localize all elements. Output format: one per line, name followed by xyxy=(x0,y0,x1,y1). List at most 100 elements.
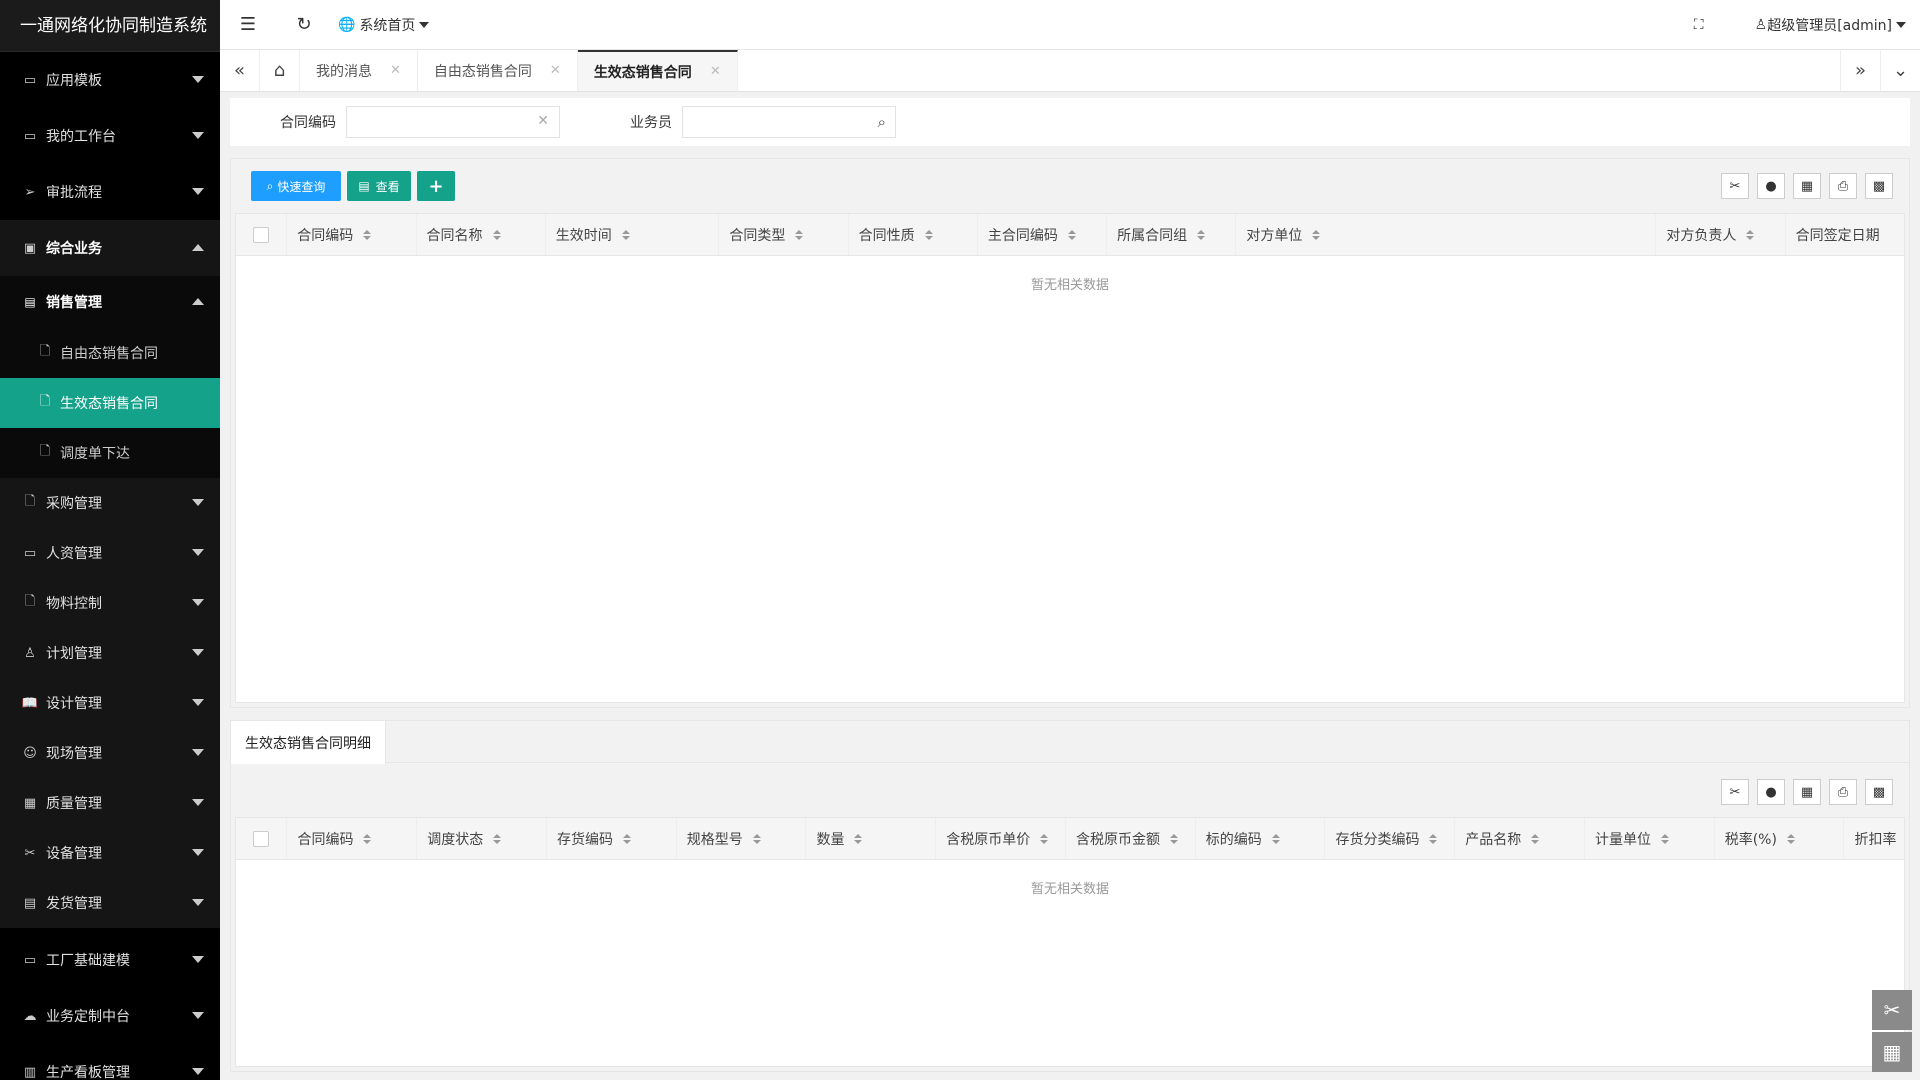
sidebar-item-purchase[interactable]: 🗋 采购管理 xyxy=(0,478,220,528)
column-header[interactable]: 规格型号 xyxy=(677,818,807,859)
layout-grid-icon[interactable]: ▩ xyxy=(1865,779,1893,805)
sort-icon[interactable] xyxy=(854,833,863,844)
sort-icon[interactable] xyxy=(1271,833,1280,844)
record-icon[interactable]: ● xyxy=(1757,173,1785,199)
tab-my-messages[interactable]: 我的消息 ✕ xyxy=(300,50,418,91)
sort-icon[interactable] xyxy=(795,229,804,240)
column-header[interactable]: 合同类型 xyxy=(719,214,849,255)
column-header[interactable]: 合同名称 xyxy=(417,214,546,255)
select-all-checkbox[interactable] xyxy=(236,214,288,255)
close-icon[interactable]: ✕ xyxy=(390,63,401,78)
contract-code-input[interactable]: ✕ xyxy=(346,106,560,138)
tools-icon[interactable]: ✂ xyxy=(1721,779,1749,805)
sidebar-item-factory[interactable]: ▭ 工厂基础建模 xyxy=(0,932,220,988)
sidebar-item-business[interactable]: ▣ 综合业务 xyxy=(0,220,220,276)
select-all-checkbox[interactable] xyxy=(236,818,288,859)
sidebar-item-hr[interactable]: ▭ 人资管理 xyxy=(0,528,220,578)
sort-icon[interactable] xyxy=(1040,833,1049,844)
quick-query-button[interactable]: ⌕ 快速查询 xyxy=(251,171,341,201)
sort-icon[interactable] xyxy=(363,229,372,240)
column-header[interactable]: 存货分类编码 xyxy=(1325,818,1456,859)
home-tab-icon[interactable]: ⌂ xyxy=(260,50,300,91)
sidebar-item-plan[interactable]: ♙ 计划管理 xyxy=(0,628,220,678)
home-menu-dropdown[interactable]: 🌐 系统首页 xyxy=(338,15,430,35)
sort-icon[interactable] xyxy=(622,833,631,844)
sidebar-item-approval[interactable]: ➢ 审批流程 xyxy=(0,164,220,220)
sidebar-item-equipment[interactable]: ✂ 设备管理 xyxy=(0,828,220,878)
add-button[interactable]: + xyxy=(417,171,455,201)
tab-contract-detail[interactable]: 生效态销售合同明细 xyxy=(231,721,386,764)
sort-icon[interactable] xyxy=(1660,833,1669,844)
sort-icon[interactable] xyxy=(1067,229,1076,240)
sidebar-item-dashboard[interactable]: ▥ 生产看板管理 xyxy=(0,1044,220,1080)
sort-icon[interactable] xyxy=(621,229,630,240)
tools-icon[interactable]: ✂ xyxy=(1872,990,1912,1030)
tabs-scroll-right-icon[interactable]: » xyxy=(1840,50,1880,91)
column-header[interactable]: 合同编码 xyxy=(287,818,418,859)
column-header[interactable]: 合同签定日期 xyxy=(1786,214,1904,255)
column-header[interactable]: 生效时间 xyxy=(546,214,720,255)
sort-icon[interactable] xyxy=(1746,229,1755,240)
sidebar-item-site[interactable]: ☺ 现场管理 xyxy=(0,728,220,778)
sort-icon[interactable] xyxy=(1197,229,1206,240)
column-header[interactable]: 对方单位 xyxy=(1236,214,1657,255)
column-header[interactable]: 标的编码 xyxy=(1196,818,1326,859)
sort-icon[interactable] xyxy=(752,833,761,844)
record-icon[interactable]: ● xyxy=(1757,779,1785,805)
user-menu[interactable]: ♙ 超级管理员[admin] xyxy=(1755,15,1906,35)
column-header[interactable]: 产品名称 xyxy=(1455,818,1585,859)
table-columns-icon[interactable]: ▦ xyxy=(1793,779,1821,805)
print-icon[interactable]: ⎙ xyxy=(1829,779,1857,805)
sort-icon[interactable] xyxy=(924,229,933,240)
sort-icon[interactable] xyxy=(1169,833,1178,844)
sidebar-item-effective-contract[interactable]: 🗋 生效态销售合同 xyxy=(0,378,220,428)
sidebar-item-quality[interactable]: ▦ 质量管理 xyxy=(0,778,220,828)
tab-effective-contract[interactable]: 生效态销售合同 ✕ xyxy=(577,50,738,91)
sidebar-item-material[interactable]: 🗋 物料控制 xyxy=(0,578,220,628)
sidebar-item-free-contract[interactable]: 🗋 自由态销售合同 xyxy=(0,328,220,378)
sidebar-item-custom[interactable]: ☁ 业务定制中台 xyxy=(0,988,220,1044)
clear-icon[interactable]: ✕ xyxy=(537,113,549,129)
fullscreen-icon[interactable]: ⛶ xyxy=(1679,17,1719,33)
column-header[interactable]: 合同编码 xyxy=(287,214,417,255)
column-header[interactable]: 含税原币单价 xyxy=(936,818,1066,859)
sort-icon[interactable] xyxy=(1531,833,1540,844)
view-button[interactable]: ▤ 查看 xyxy=(347,171,411,201)
sidebar-item-workbench[interactable]: ▭ 我的工作台 xyxy=(0,108,220,164)
menu-toggle-icon[interactable]: ☰ xyxy=(220,14,276,35)
column-header[interactable]: 对方负责人 xyxy=(1656,214,1786,255)
salesman-input[interactable]: ⌕ xyxy=(682,106,896,138)
sidebar-item-shipping[interactable]: ▤ 发货管理 xyxy=(0,878,220,928)
layout-grid-icon[interactable]: ▩ xyxy=(1865,173,1893,199)
sidebar-item-dispatch[interactable]: 🗋 调度单下达 xyxy=(0,428,220,478)
column-header[interactable]: 合同性质 xyxy=(849,214,978,255)
sidebar-item-sales[interactable]: ▤ 销售管理 xyxy=(0,276,220,328)
sort-icon[interactable] xyxy=(363,833,372,844)
search-icon[interactable]: ⌕ xyxy=(878,113,886,131)
tab-free-contract[interactable]: 自由态销售合同 ✕ xyxy=(418,50,578,91)
tabs-menu-chevron-icon[interactable]: ⌄ xyxy=(1880,50,1920,91)
sort-icon[interactable] xyxy=(1312,229,1321,240)
sort-icon[interactable] xyxy=(1429,833,1438,844)
sort-icon[interactable] xyxy=(1786,833,1795,844)
column-header[interactable]: 税率(%) xyxy=(1715,818,1845,859)
sidebar-item-design[interactable]: 📖 设计管理 xyxy=(0,678,220,728)
apps-grid-icon[interactable]: ▦ xyxy=(1872,1032,1912,1072)
column-header[interactable]: 所属合同组 xyxy=(1107,214,1237,255)
column-header[interactable]: 调度状态 xyxy=(417,818,547,859)
tabs-scroll-left-icon[interactable]: « xyxy=(220,50,260,91)
column-header[interactable]: 含税原币金额 xyxy=(1066,818,1196,859)
sidebar-item-templates[interactable]: ▭ 应用模板 xyxy=(0,52,220,108)
column-header[interactable]: 主合同编码 xyxy=(978,214,1108,255)
print-icon[interactable]: ⎙ xyxy=(1829,173,1857,199)
sort-icon[interactable] xyxy=(493,833,502,844)
table-columns-icon[interactable]: ▦ xyxy=(1793,173,1821,199)
tools-icon[interactable]: ✂ xyxy=(1721,173,1749,199)
column-header[interactable]: 折扣率 xyxy=(1844,818,1903,859)
close-icon[interactable]: ✕ xyxy=(710,64,721,79)
refresh-icon[interactable]: ↻ xyxy=(276,14,332,35)
close-icon[interactable]: ✕ xyxy=(550,63,561,78)
column-header[interactable]: 存货编码 xyxy=(547,818,677,859)
column-header[interactable]: 数量 xyxy=(806,818,937,859)
sort-icon[interactable] xyxy=(492,229,501,240)
